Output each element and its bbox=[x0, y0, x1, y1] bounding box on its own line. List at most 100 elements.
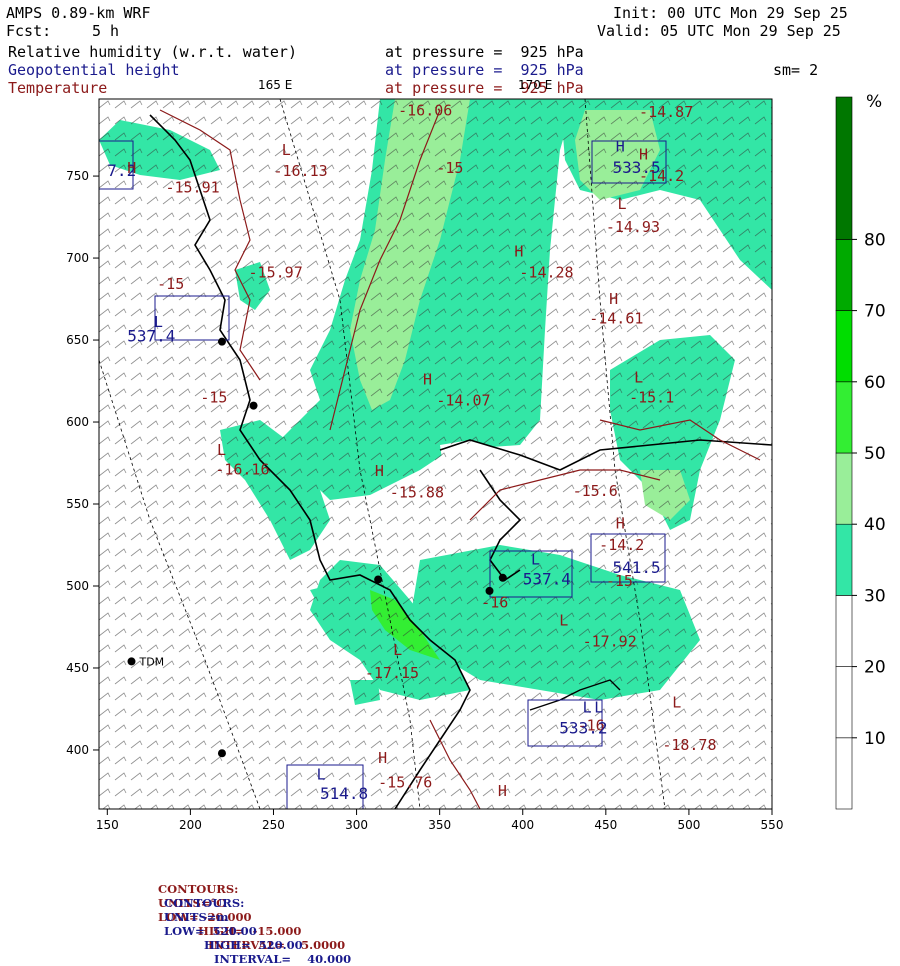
temperature-label: -15.97 bbox=[249, 264, 303, 282]
footer-height-high: HIGH= 520.00 bbox=[204, 938, 303, 952]
footer-height-low: LOW= 520.00 bbox=[164, 924, 257, 938]
plot-area: -16.06 -14.87 -16.13 -15 -14.2 -15.91 -14.93 -1… bbox=[99, 99, 772, 809]
x-tick-label: 550 bbox=[761, 818, 784, 832]
high-mark: H bbox=[378, 749, 387, 767]
footer-height-interval: INTERVAL= 40.000 bbox=[214, 952, 352, 966]
temperature-label: -14.2 bbox=[599, 536, 644, 554]
high-mark: H bbox=[127, 159, 136, 177]
colorbar-unit: % bbox=[866, 92, 882, 112]
station-dot bbox=[217, 337, 226, 346]
temperature-label: -16.13 bbox=[273, 162, 327, 180]
high-mark: H bbox=[639, 146, 648, 164]
colorbar: 10 20 30 40 50 60 70 80% bbox=[835, 92, 886, 810]
x-tick-label: 200 bbox=[179, 818, 202, 832]
colorbar-label: 20 bbox=[864, 658, 886, 678]
temperature-label: -15.88 bbox=[390, 483, 444, 501]
colorbar-segment bbox=[835, 595, 853, 667]
low-mark: L bbox=[594, 698, 603, 716]
colorbar-label: 50 bbox=[864, 444, 886, 464]
high-mark: H bbox=[616, 137, 625, 155]
x-tick-label: 450 bbox=[594, 818, 617, 832]
low-mark: L bbox=[617, 195, 626, 213]
colorbar-label: 30 bbox=[864, 586, 886, 606]
height-label: 537.4 bbox=[127, 327, 175, 346]
temperature-label: -15.76 bbox=[378, 774, 432, 792]
station-dot bbox=[498, 573, 507, 582]
y-tick-label: 750 bbox=[66, 169, 89, 183]
map-canvas: -16.06 -14.87 -16.13 -15 -14.2 -15.91 -14.93 -1… bbox=[66, 78, 886, 832]
high-mark: H bbox=[375, 462, 384, 480]
height-label: 514.8 bbox=[320, 784, 368, 803]
low-mark: L bbox=[531, 551, 540, 569]
temperature-label: -17.92 bbox=[583, 633, 637, 651]
place-label: TDM bbox=[138, 655, 164, 668]
station-dot bbox=[374, 575, 383, 584]
y-tick-label: 450 bbox=[66, 661, 89, 675]
x-tick-label: 400 bbox=[511, 818, 534, 832]
colorbar-label: 10 bbox=[864, 729, 886, 749]
y-tick-label: 600 bbox=[66, 415, 89, 429]
temperature-label: -14.87 bbox=[639, 103, 693, 121]
low-mark: L bbox=[393, 641, 402, 659]
high-mark: H bbox=[423, 370, 432, 388]
low-mark: L bbox=[154, 313, 163, 331]
high-mark: H bbox=[514, 242, 523, 260]
x-tick-label: 350 bbox=[428, 818, 451, 832]
height-label: 533.5 bbox=[612, 158, 660, 177]
temperature-label: -16.16 bbox=[215, 460, 269, 478]
colorbar-label: 40 bbox=[864, 515, 886, 535]
temperature-label: -14.61 bbox=[589, 310, 643, 328]
temperature-label: -17.15 bbox=[365, 664, 419, 682]
height-label: 541.5 bbox=[612, 558, 660, 577]
colorbar-segment bbox=[835, 96, 853, 240]
colorbar-segment bbox=[835, 310, 853, 383]
colorbar-segment bbox=[835, 666, 853, 739]
high-mark: H bbox=[498, 782, 507, 800]
station-dot bbox=[217, 749, 226, 758]
temperature-label: -15 bbox=[200, 388, 227, 406]
temperature-label: -15.91 bbox=[165, 178, 219, 196]
low-mark: L bbox=[217, 441, 226, 459]
temperature-label: -15.6 bbox=[573, 482, 618, 500]
y-tick-label: 400 bbox=[66, 743, 89, 757]
height-label: 533.2 bbox=[559, 719, 607, 738]
y-tick-label: 500 bbox=[66, 579, 89, 593]
temperature-label: -18.78 bbox=[662, 736, 716, 754]
colorbar-label: 60 bbox=[864, 373, 886, 393]
x-tick-label: 150 bbox=[96, 818, 119, 832]
footer-height: CONTOURS: UNITS=m LOW= 520.00 HIGH= 520.… bbox=[156, 882, 351, 966]
colorbar-segment bbox=[835, 239, 853, 311]
colorbar-segment bbox=[835, 381, 853, 454]
y-tick-label: 550 bbox=[66, 497, 89, 511]
x-tick-label: 250 bbox=[262, 818, 285, 832]
low-mark: L bbox=[282, 141, 291, 159]
temperature-label: -15 bbox=[436, 159, 463, 177]
x-tick-label: 300 bbox=[345, 818, 368, 832]
colorbar-segment bbox=[835, 452, 853, 525]
temperature-label: -15 bbox=[157, 275, 184, 293]
y-tick-label: 650 bbox=[66, 333, 89, 347]
footer-height-units: UNITS=m bbox=[164, 910, 229, 924]
low-mark: L bbox=[559, 611, 568, 629]
temperature-label: -14.93 bbox=[606, 218, 660, 236]
low-mark: L bbox=[583, 698, 592, 716]
colorbar-segment bbox=[835, 523, 853, 596]
temperature-label: -15.1 bbox=[629, 388, 674, 406]
longitude-label-170: 170 E bbox=[518, 78, 552, 92]
station-dot bbox=[249, 401, 258, 410]
colorbar-label: 80 bbox=[864, 230, 886, 250]
place-dot bbox=[127, 657, 136, 666]
station-dot bbox=[485, 586, 494, 595]
height-label: 537.4 bbox=[523, 569, 571, 588]
y-axis: 400 450 500 550 600 650 700 750 bbox=[66, 169, 99, 757]
x-axis: 150 200 250 300 350 400 450 500 550 bbox=[96, 809, 784, 832]
temperature-label: -16 bbox=[481, 593, 508, 611]
footer-height-label: CONTOURS: bbox=[164, 896, 245, 910]
longitude-label-165: 165 E bbox=[258, 78, 292, 92]
colorbar-label: 70 bbox=[864, 302, 886, 322]
wind-barbs bbox=[99, 99, 772, 809]
low-mark: L bbox=[634, 369, 643, 387]
colorbar-segment bbox=[835, 737, 853, 810]
temperature-label: -16.06 bbox=[398, 101, 452, 119]
temperature-label: -14.28 bbox=[519, 264, 573, 282]
